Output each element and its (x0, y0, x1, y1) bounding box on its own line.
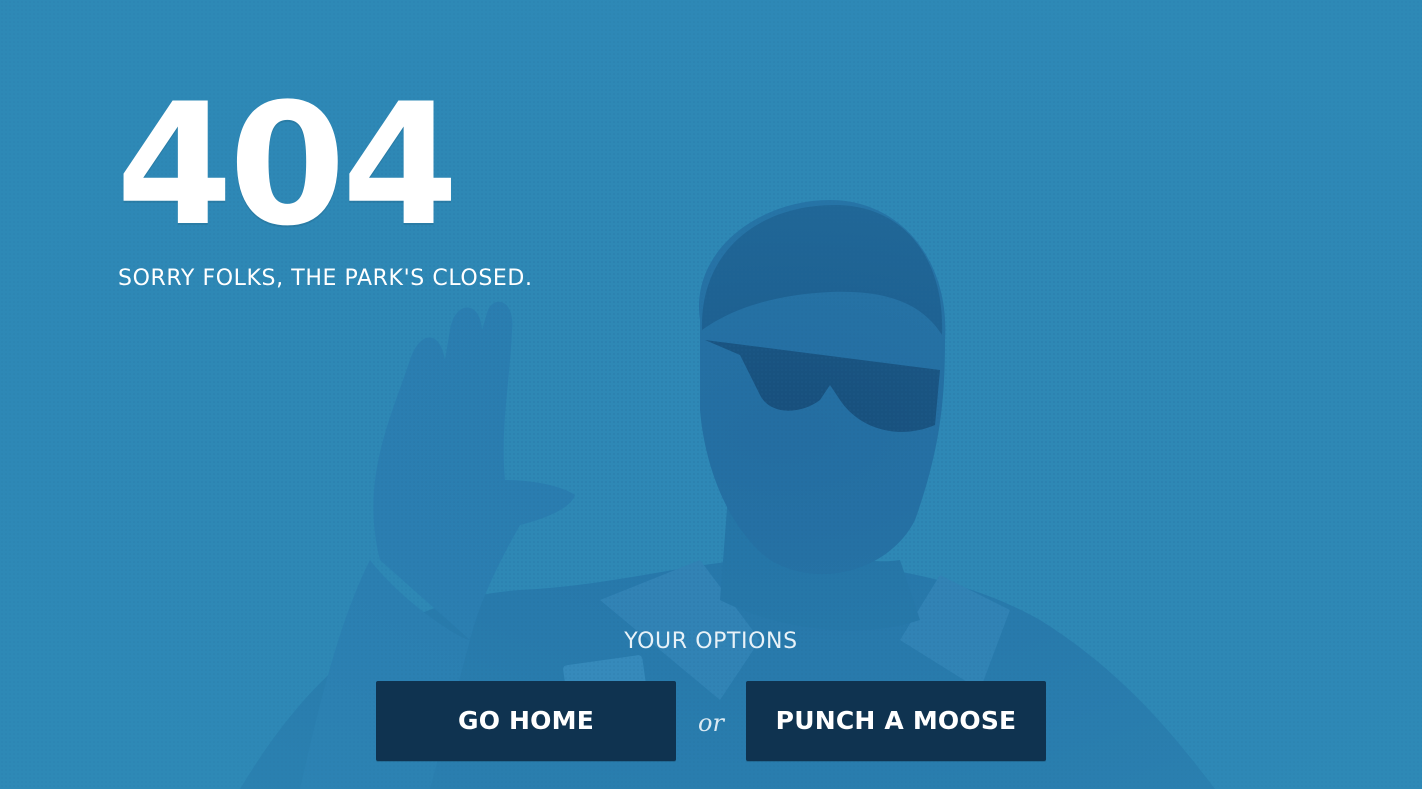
error-page: 404 SORRY FOLKS, THE PARK'S CLOSED. YOUR… (0, 0, 1422, 789)
error-code: 404 (116, 67, 459, 263)
punch-a-moose-button[interactable]: PUNCH A MOOSE (746, 681, 1046, 761)
go-home-button[interactable]: GO HOME (376, 681, 676, 761)
or-separator: or (698, 709, 724, 737)
error-message: SORRY FOLKS, THE PARK'S CLOSED. (118, 266, 533, 291)
options-heading: YOUR OPTIONS (624, 629, 798, 654)
